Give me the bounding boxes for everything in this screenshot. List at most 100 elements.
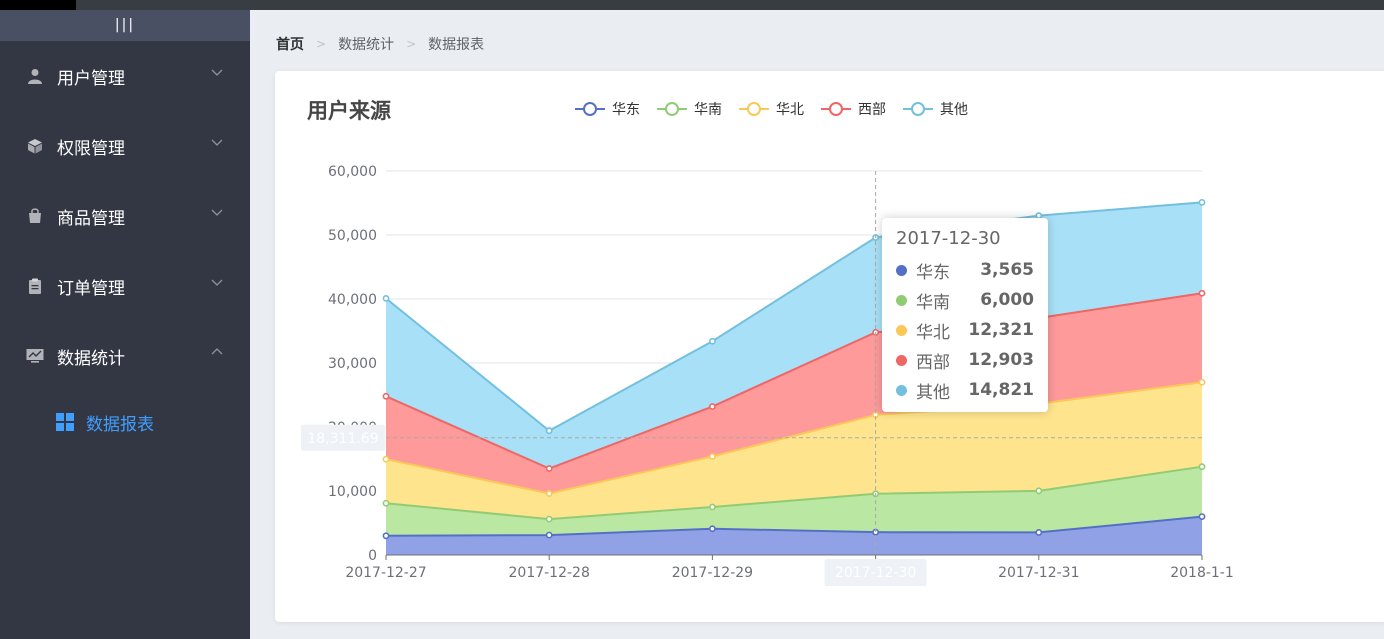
data-point [1198, 463, 1206, 471]
user-source-chart[interactable]: 用户来源华东华南华北西部其他010,00020,00030,00040,0005… [275, 71, 1384, 622]
data-point [382, 392, 390, 400]
y-tick-label: 60,000 [328, 164, 377, 180]
data-point [708, 403, 716, 410]
user-icon [26, 67, 44, 85]
sidebar-subitem-label: 数据报表 [86, 414, 154, 435]
series-dot-icon [896, 354, 907, 366]
breadcrumb-item-current: 数据报表 [428, 37, 485, 53]
tooltip-row: 华南 6,000 [896, 285, 1034, 315]
legend-marker [829, 102, 843, 116]
data-point [708, 337, 716, 345]
data-point [1198, 378, 1206, 386]
sidebar-item-label: 数据统计 [57, 348, 125, 369]
sidebar-item-user-management[interactable]: 用户管理 [0, 41, 250, 111]
tooltip-series-value: 6,000 [980, 290, 1034, 310]
logo-area [0, 0, 76, 10]
x-tick-label: 2018-1-1 [1170, 565, 1234, 581]
sidebar-item-label: 商品管理 [57, 208, 125, 229]
legend-marker [665, 102, 679, 116]
x-tick-label: 2017-12-29 [672, 565, 753, 581]
axis-pointer-y-label: 18,311.69 [307, 431, 378, 447]
legend-label: 西部 [858, 102, 886, 118]
tooltip-row: 华东 3,565 [896, 255, 1034, 285]
data-point [708, 503, 716, 511]
breadcrumb-item: 数据统计 [338, 37, 395, 53]
legend-label: 其他 [940, 102, 968, 118]
data-point [708, 525, 716, 533]
breadcrumb: 首页 > 数据统计 > 数据报表 [276, 34, 484, 54]
chart-card: 用户来源华东华南华北西部其他010,00020,00030,00040,0005… [275, 71, 1384, 622]
grid-icon [56, 413, 74, 431]
x-tick-label: 2017-12-28 [509, 565, 590, 581]
box-icon [26, 137, 44, 155]
chart-title: 用户来源 [307, 99, 391, 123]
bag-icon [26, 207, 44, 225]
sidebar-item-data-statistics[interactable]: 数据统计 [0, 321, 250, 391]
data-point [545, 515, 553, 523]
chevron-down-icon [211, 279, 223, 286]
data-point [1198, 198, 1206, 206]
sidebar: ||| 用户管理 权限管理 商品管理 订单管理 数据统计 数据报表 [0, 10, 250, 639]
sidebar-toggle-button[interactable]: ||| [0, 10, 250, 41]
tooltip-row: 华北 12,321 [896, 315, 1034, 345]
legend-label: 华南 [694, 102, 722, 118]
data-point [382, 294, 390, 302]
data-point [545, 427, 553, 435]
y-tick-label: 0 [368, 548, 377, 564]
chart-tooltip: 2017-12-30 华东 3,565 华南 6,000 华北 12,321 西部 12,90… [882, 218, 1048, 412]
breadcrumb-home-link[interactable]: 首页 [276, 34, 304, 54]
y-tick-label: 30,000 [328, 356, 377, 372]
data-point [545, 465, 553, 472]
breadcrumb-separator-icon: > [406, 37, 417, 51]
data-point [708, 453, 716, 460]
data-point [382, 532, 390, 540]
sidebar-item-label: 订单管理 [57, 278, 125, 299]
tooltip-series-value: 14,821 [968, 380, 1034, 400]
data-point [1198, 289, 1206, 297]
sidebar-subitem-data-report[interactable]: 数据报表 [0, 391, 250, 453]
tooltip-series-value: 12,321 [968, 320, 1034, 340]
data-point [382, 455, 390, 463]
clipboard-icon [26, 277, 44, 295]
legend-marker [747, 102, 761, 116]
y-tick-label: 40,000 [328, 292, 377, 308]
tooltip-series-name: 华东 [916, 262, 950, 283]
tooltip-row: 西部 12,903 [896, 345, 1034, 375]
tooltip-date: 2017-12-30 [896, 228, 1001, 249]
legend-marker [911, 102, 925, 116]
tooltip-series-name: 华北 [916, 322, 950, 343]
sidebar-item-order-management[interactable]: 订单管理 [0, 251, 250, 321]
data-point [382, 499, 390, 507]
data-point [545, 490, 553, 497]
data-point [545, 531, 553, 539]
data-point [1035, 529, 1043, 536]
sidebar-item-permission-management[interactable]: 权限管理 [0, 111, 250, 181]
tooltip-series-name: 西部 [916, 352, 950, 373]
chart-monitor-icon [26, 347, 44, 365]
breadcrumb-separator-icon: > [316, 37, 327, 51]
data-point [1035, 487, 1043, 495]
y-tick-label: 10,000 [328, 484, 377, 500]
sidebar-item-goods-management[interactable]: 商品管理 [0, 181, 250, 251]
series-dot-icon [896, 324, 907, 336]
data-point [1198, 513, 1206, 520]
chevron-down-icon [211, 139, 223, 146]
chevron-up-icon [211, 348, 223, 355]
tooltip-series-name: 其他 [916, 382, 950, 403]
y-tick-label: 50,000 [328, 228, 377, 244]
series-dot-icon [896, 384, 907, 396]
tooltip-series-value: 12,903 [968, 350, 1034, 370]
x-tick-label: 2017-12-27 [345, 565, 426, 581]
chevron-down-icon [211, 69, 223, 76]
tooltip-series-value: 3,565 [980, 260, 1034, 280]
legend-marker [583, 102, 597, 116]
tooltip-series-name: 华南 [916, 292, 950, 313]
series-dot-icon [896, 264, 907, 276]
legend-label: 华东 [612, 102, 640, 118]
sidebar-item-label: 用户管理 [57, 68, 125, 89]
series-dot-icon [896, 294, 907, 306]
chevron-down-icon [211, 209, 223, 216]
sidebar-item-label: 权限管理 [57, 138, 125, 159]
tooltip-row: 其他 14,821 [896, 375, 1034, 405]
legend-label: 华北 [776, 102, 804, 118]
